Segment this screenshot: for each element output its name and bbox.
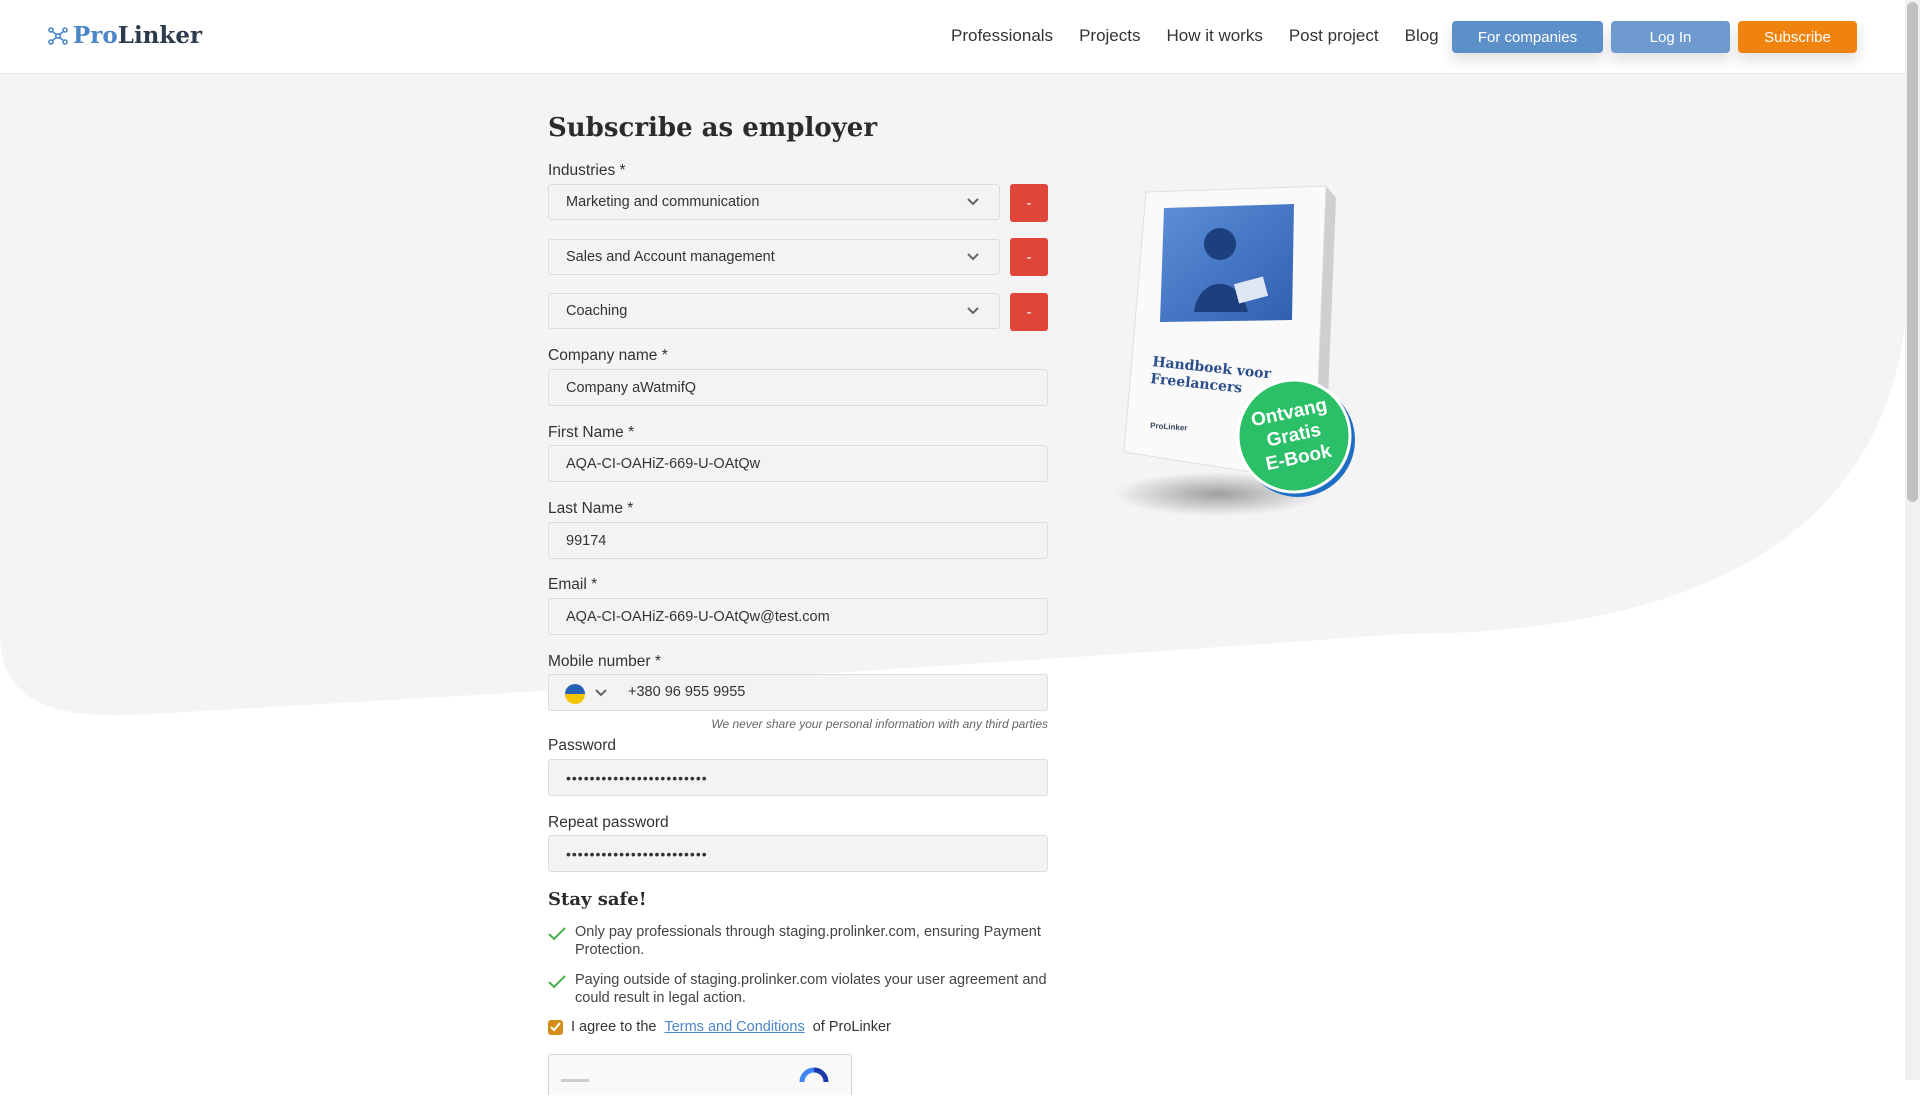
company-name-label: Company name * bbox=[548, 347, 668, 364]
agree-suffix: of ProLinker bbox=[812, 1019, 891, 1035]
password-label: Password bbox=[548, 737, 617, 754]
safe-item: Paying outside of staging.prolinker.com … bbox=[548, 971, 1048, 1007]
first-name-label: First Name * bbox=[548, 424, 635, 441]
recaptcha-checkbox-top[interactable] bbox=[561, 1079, 589, 1082]
recaptcha-icon bbox=[799, 1067, 829, 1083]
logo-pro: Pro bbox=[73, 22, 118, 49]
scrollbar-thumb[interactable] bbox=[1907, 2, 1918, 502]
recaptcha-widget[interactable] bbox=[548, 1054, 852, 1095]
main-nav: Professionals Projects How it works Post… bbox=[951, 26, 1465, 46]
email-input[interactable]: AQA-CI-OAHiZ-669-U-OAtQw@test.com bbox=[548, 598, 1048, 635]
ebook-promo[interactable]: Handboek voor Freelancers ProLinker Ontv… bbox=[1108, 182, 1368, 532]
stay-safe-heading: Stay safe! bbox=[548, 889, 647, 910]
check-icon bbox=[550, 1022, 561, 1032]
mobile-label: Mobile number * bbox=[548, 653, 661, 670]
industry-select-1[interactable]: Marketing and communication bbox=[548, 184, 1000, 220]
top-navbar: ProLinker Professionals Projects How it … bbox=[0, 0, 1905, 74]
nav-projects[interactable]: Projects bbox=[1079, 26, 1140, 46]
safe-item: Only pay professionals through staging.p… bbox=[548, 923, 1048, 959]
page-title: Subscribe as employer bbox=[548, 113, 878, 143]
agree-prefix: I agree to the bbox=[571, 1019, 657, 1035]
logo-linker: Linker bbox=[117, 22, 203, 49]
industry-select-2[interactable]: Sales and Account management bbox=[548, 239, 1000, 275]
login-button[interactable]: Log In bbox=[1611, 21, 1730, 53]
chevron-down-icon bbox=[967, 198, 979, 206]
terms-agreement: I agree to the Terms and Conditions of P… bbox=[548, 1019, 891, 1035]
first-name-input[interactable]: AQA-CI-OAHiZ-669-U-OAtQw bbox=[548, 445, 1048, 482]
password-input[interactable]: •••••••••••••••••••••••• bbox=[548, 759, 1048, 796]
repeat-password-label: Repeat password bbox=[548, 814, 669, 831]
subscribe-button[interactable]: Subscribe bbox=[1738, 21, 1857, 53]
industry-select-value: Marketing and communication bbox=[566, 194, 760, 210]
mobile-value: +380 96 955 9955 bbox=[628, 684, 746, 700]
email-label: Email * bbox=[548, 576, 598, 593]
terms-link[interactable]: Terms and Conditions bbox=[664, 1019, 804, 1035]
ukraine-flag-icon[interactable] bbox=[565, 684, 585, 704]
safe-item-text: Paying outside of staging.prolinker.com … bbox=[575, 972, 1047, 1006]
scrollbar[interactable] bbox=[1905, 0, 1920, 1080]
safe-item-text: Only pay professionals through staging.p… bbox=[575, 924, 1041, 958]
nav-post-project[interactable]: Post project bbox=[1289, 26, 1379, 46]
check-icon bbox=[548, 975, 566, 989]
company-name-input[interactable]: Company aWatmifQ bbox=[548, 369, 1048, 406]
industry-select-value: Coaching bbox=[566, 303, 628, 319]
for-companies-button[interactable]: For companies bbox=[1452, 21, 1603, 53]
industry-select-3[interactable]: Coaching bbox=[548, 293, 1000, 329]
check-icon bbox=[548, 927, 566, 941]
last-name-label: Last Name * bbox=[548, 500, 634, 517]
chevron-down-icon bbox=[967, 307, 979, 315]
repeat-password-input[interactable]: •••••••••••••••••••••••• bbox=[548, 835, 1048, 872]
mobile-input[interactable]: +380 96 955 9955 bbox=[548, 674, 1048, 711]
chevron-down-icon[interactable] bbox=[593, 685, 609, 701]
remove-industry-button[interactable]: - bbox=[1010, 238, 1048, 276]
industries-label: Industries * bbox=[548, 162, 626, 179]
remove-industry-button[interactable]: - bbox=[1010, 184, 1048, 222]
chevron-down-icon bbox=[967, 253, 979, 261]
industry-select-value: Sales and Account management bbox=[566, 249, 775, 265]
nav-professionals[interactable]: Professionals bbox=[951, 26, 1053, 46]
ebook-graphic: Handboek voor Freelancers ProLinker Ontv… bbox=[1113, 185, 1355, 516]
logo[interactable]: ProLinker bbox=[47, 22, 202, 49]
nav-blog[interactable]: Blog bbox=[1405, 26, 1439, 46]
nav-how-it-works[interactable]: How it works bbox=[1166, 26, 1262, 46]
terms-checkbox[interactable] bbox=[548, 1019, 563, 1035]
privacy-note: We never share your personal information… bbox=[711, 717, 1048, 731]
last-name-input[interactable]: 99174 bbox=[548, 522, 1048, 559]
remove-industry-button[interactable]: - bbox=[1010, 293, 1048, 331]
logo-icon bbox=[48, 26, 68, 45]
